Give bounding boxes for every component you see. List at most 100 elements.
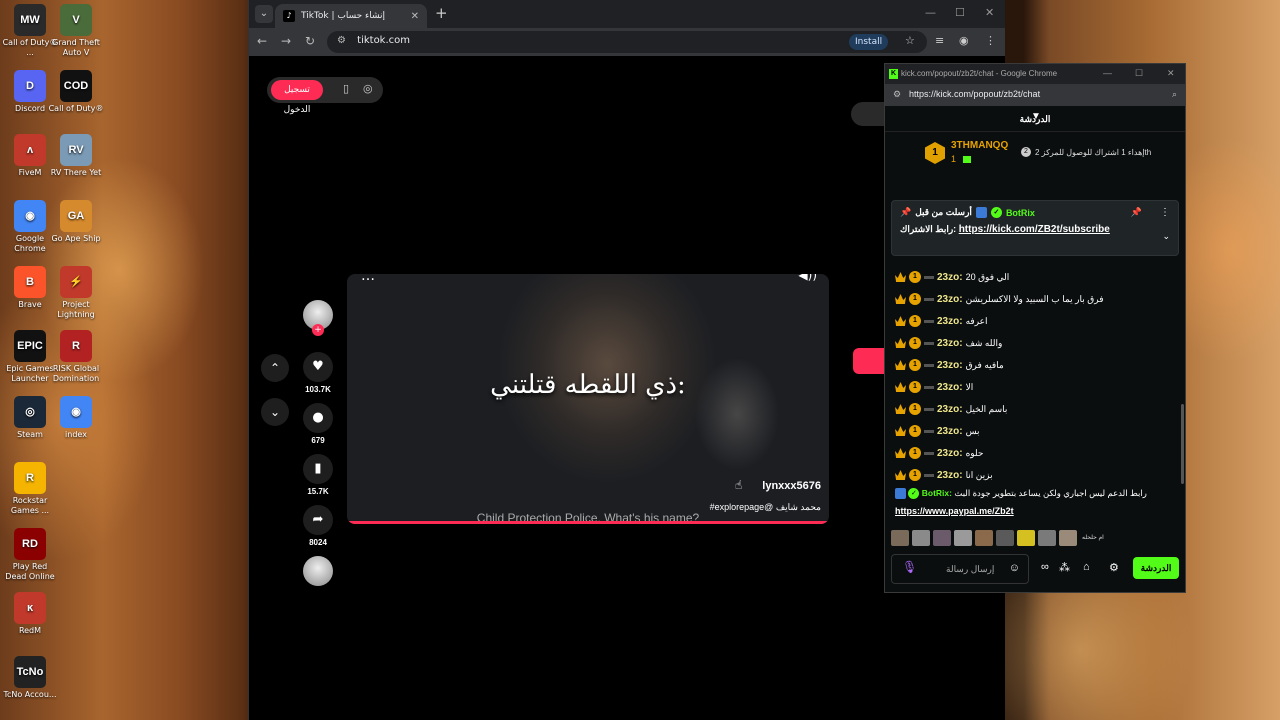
chat-message: 1 23zo: باسم الخيل <box>895 398 1179 420</box>
chat-username[interactable]: 23zo: <box>937 316 963 327</box>
more-options-icon[interactable]: … <box>361 274 375 284</box>
menu-kebab-icon[interactable]: ⋮ <box>985 34 996 47</box>
prev-video-button[interactable]: ⌃ <box>261 354 289 382</box>
desktop-icon-label: RedM <box>18 626 42 635</box>
tab-close-icon[interactable]: ✕ <box>411 11 419 22</box>
gifter-badge-icon: 1 <box>909 359 921 371</box>
bot-message-name[interactable]: BotRix: <box>922 488 952 498</box>
pinned-bot-name[interactable]: BotRix <box>1006 208 1035 218</box>
kick-close-button[interactable]: ✕ <box>1167 68 1175 79</box>
chat-message: 1 23zo: حلوه <box>895 442 1179 464</box>
bot-message-link[interactable]: https://www.paypal.me/Zb2t <box>895 506 1179 516</box>
next-video-button[interactable]: ⌄ <box>261 398 289 426</box>
store-icon[interactable]: ⌂ <box>1083 561 1090 573</box>
desktop-icon[interactable]: GA Go Ape Ship <box>48 200 104 244</box>
video-username[interactable]: lynxxx5676 <box>762 480 821 492</box>
bookmark-star-icon[interactable]: ☆ <box>905 34 915 47</box>
like-heart-icon[interactable]: ♥ <box>303 352 333 382</box>
phone-icon[interactable]: ▯ <box>343 82 349 95</box>
site-info-icon[interactable]: ⚙ <box>337 35 346 46</box>
points-icon[interactable]: ⁂ <box>1059 561 1070 574</box>
minimize-button[interactable]: — <box>925 6 936 19</box>
comment-icon[interactable]: ● <box>303 403 333 433</box>
video-progress-bar[interactable] <box>347 521 829 524</box>
video-player[interactable]: … ◀)) ذي اللقطه قتلتني: lynxxx5676 #expl… <box>347 274 829 524</box>
share-arrow-icon[interactable]: ➦ <box>303 505 333 535</box>
tab-tiktok[interactable]: ♪ TikTok | إنشاء حساب ✕ <box>275 4 427 28</box>
bot-chat-message: ✓ BotRix: رابط الدعم ليس اجباري ولكن يسا… <box>895 488 1179 516</box>
sound-disc-icon[interactable] <box>303 556 333 586</box>
chat-username[interactable]: 23zo: <box>937 360 963 371</box>
chat-username[interactable]: 23zo: <box>937 272 963 283</box>
chat-username[interactable]: 23zo: <box>937 294 963 305</box>
address-bar[interactable]: ⚙ tiktok.com <box>327 31 927 53</box>
kick-site-info-icon[interactable]: ⚙ <box>893 89 901 100</box>
filter-icon[interactable]: ▼ <box>1031 111 1041 122</box>
chat-send-button[interactable]: الدردشة <box>1133 557 1179 579</box>
chat-username[interactable]: 23zo: <box>937 338 963 349</box>
install-app-button[interactable]: Install <box>849 34 889 50</box>
volume-icon[interactable]: ◀)) <box>798 274 817 282</box>
browser-toolbar: ← → ↻ ⚙ tiktok.com Install ☆ ≡ ◉ ⋮ <box>249 28 1005 56</box>
kick-address-bar[interactable]: ⚙ https://kick.com/popout/zb2t/chat ⌕ <box>885 84 1185 106</box>
follow-plus-icon[interactable]: + <box>312 324 324 336</box>
emote-icon[interactable] <box>975 530 993 546</box>
kick-maximize-button[interactable]: ☐ <box>1135 68 1143 79</box>
chat-username[interactable]: 23zo: <box>937 470 963 481</box>
back-button[interactable]: ← <box>257 34 267 48</box>
chat-message: 1 23zo: اعرفه <box>895 310 1179 332</box>
login-button[interactable]: تسجيل الدخول <box>271 80 323 115</box>
expand-chevron-icon[interactable]: ⌄ <box>1162 231 1170 242</box>
desktop-icon[interactable]: V Grand Theft Auto V <box>48 4 104 58</box>
desktop-icon[interactable]: TcNo TcNo Accou... <box>2 656 58 700</box>
settings-gear-icon[interactable]: ⚙ <box>1109 561 1119 574</box>
bookmark-icon[interactable]: ▮ <box>303 454 333 484</box>
desktop-icon[interactable]: R Rockstar Games ... <box>2 462 58 516</box>
chat-username[interactable]: 23zo: <box>937 404 963 415</box>
emote-more-label[interactable]: ام حلحله <box>1082 535 1104 542</box>
emote-icon[interactable] <box>954 530 972 546</box>
emote-icon[interactable] <box>1017 530 1035 546</box>
emote-icon[interactable] <box>1038 530 1056 546</box>
emote-icon[interactable] <box>1059 530 1077 546</box>
desktop-icon[interactable]: ◉ index <box>48 396 104 440</box>
media-controls-icon[interactable]: ≡ <box>935 34 944 47</box>
emote-icon[interactable] <box>996 530 1014 546</box>
chat-username[interactable]: 23zo: <box>937 448 963 459</box>
profile-icon[interactable]: ◉ <box>959 34 969 47</box>
app-icon: COD <box>60 70 92 102</box>
loop-icon[interactable]: ∞ <box>1041 561 1049 573</box>
tab-search-button[interactable]: ⌄ <box>255 5 273 23</box>
forward-button[interactable]: → <box>281 34 291 48</box>
desktop-icon-label: Rockstar Games ... <box>10 496 50 515</box>
emote-icon[interactable] <box>891 530 909 546</box>
pinned-link[interactable]: https://kick.com/ZB2t/subscribe <box>959 224 1110 235</box>
zoom-icon[interactable]: ⌕ <box>1172 89 1177 100</box>
bot-badge-icon <box>895 488 906 500</box>
mic-icon[interactable]: 🎙 <box>902 560 917 574</box>
emote-icon[interactable] <box>912 530 930 546</box>
pinned-menu-icon[interactable]: ⋮ <box>1160 207 1170 218</box>
kick-minimize-button[interactable]: — <box>1103 68 1112 78</box>
desktop-icon-label: index <box>65 430 87 439</box>
desktop-icon[interactable]: RV RV There Yet <box>48 134 104 178</box>
chat-input[interactable]: 🎙 إرسال رسالة ☺ <box>891 554 1029 584</box>
creator-avatar[interactable]: + <box>303 300 333 336</box>
unpin-icon[interactable]: 📌 <box>1131 207 1142 218</box>
chat-scrollbar[interactable] <box>1181 404 1184 484</box>
emoji-icon[interactable]: ☺ <box>1009 562 1020 574</box>
chat-username[interactable]: 23zo: <box>937 382 963 393</box>
compass-icon[interactable]: ◎ <box>363 82 373 95</box>
desktop-icon[interactable]: COD Call of Duty® <box>48 70 104 114</box>
close-window-button[interactable]: ✕ <box>985 6 994 19</box>
maximize-button[interactable]: ☐ <box>955 6 965 19</box>
reload-button[interactable]: ↻ <box>305 34 315 48</box>
emote-icon[interactable] <box>933 530 951 546</box>
chat-username[interactable]: 23zo: <box>937 426 963 437</box>
new-tab-button[interactable]: + <box>435 4 448 22</box>
desktop-icon[interactable]: RD Play Red Dead Online <box>2 528 58 582</box>
app-icon: TcNo <box>14 656 46 688</box>
desktop-icon[interactable]: R RISK Global Domination <box>48 330 104 384</box>
desktop-icon[interactable]: ĸ RedM <box>2 592 58 636</box>
desktop-icon[interactable]: ⚡ Project Lightning <box>48 266 104 320</box>
